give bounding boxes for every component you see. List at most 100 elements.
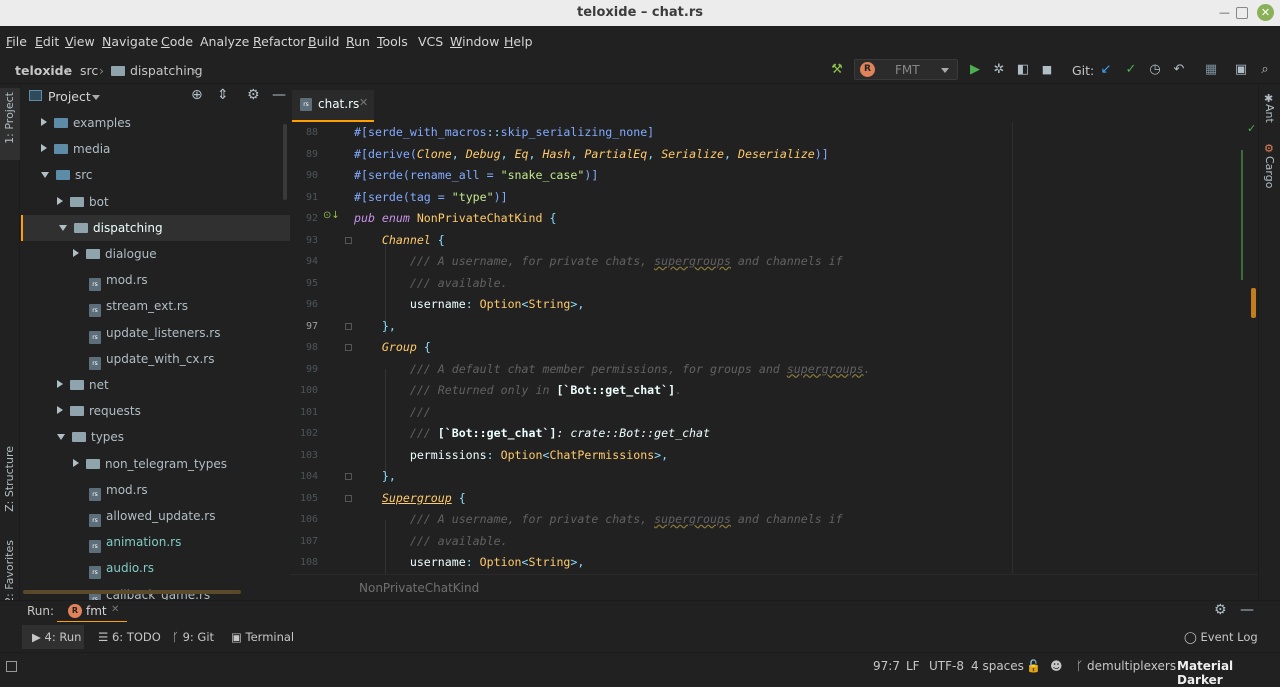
close-tab-icon[interactable]: ✕	[359, 96, 368, 109]
line-number[interactable]: 96	[290, 299, 318, 310]
line-number[interactable]: 88	[290, 127, 318, 138]
chevron-down-icon[interactable]	[41, 172, 49, 179]
presentation-icon[interactable]: ▣	[1232, 61, 1250, 79]
git-commit-check-icon[interactable]: ✓	[1122, 61, 1140, 79]
line-number[interactable]: 108	[290, 557, 318, 568]
build-hammer-icon[interactable]: ⚒	[828, 61, 846, 79]
menu-analyze[interactable]: Analyze	[200, 34, 249, 49]
implementations-gutter-icon[interactable]: ⊙↓	[323, 210, 340, 221]
fold-marker-icon[interactable]	[345, 236, 352, 244]
indent-setting[interactable]: 4 spaces	[971, 659, 1024, 673]
hide-panel-icon[interactable]: —	[1240, 602, 1254, 618]
theme-name[interactable]: Material Darker	[1177, 659, 1280, 687]
chevron-down-icon[interactable]	[59, 224, 67, 231]
project-tool-button[interactable]: 1: Project	[3, 92, 16, 144]
tab-chat-rs[interactable]: rs chat.rs ✕	[292, 90, 374, 122]
tree-item[interactable]: dispatching	[21, 214, 290, 241]
breadcrumb-src[interactable]: src	[80, 63, 98, 78]
menu-help[interactable]: Help	[504, 34, 533, 49]
fold-marker-icon[interactable]	[345, 473, 352, 480]
line-number[interactable]: 94	[290, 256, 318, 267]
structure-tool-button[interactable]: Z: Structure	[3, 446, 16, 512]
tree-item[interactable]: rs update_with_cx.rs	[21, 346, 290, 372]
menu-edit[interactable]: Edit	[35, 34, 59, 49]
line-number[interactable]: 101	[290, 407, 318, 418]
project-h-scrollbar[interactable]	[23, 590, 241, 594]
tree-item[interactable]: rs stream_ext.rs	[21, 293, 290, 319]
menu-build[interactable]: Build	[308, 34, 339, 49]
breadcrumb-dispatching[interactable]: dispatching	[111, 63, 203, 78]
tool-tab-git[interactable]: ᚴ 9: Git	[172, 630, 214, 644]
line-number[interactable]: 92	[290, 213, 318, 224]
project-scrollbar[interactable]	[283, 124, 287, 200]
tree-item[interactable]: rs allowed_update.rs	[21, 503, 290, 529]
tree-item[interactable]: examples	[21, 110, 290, 136]
line-number[interactable]: 100	[290, 385, 318, 396]
line-number[interactable]: 107	[290, 536, 318, 547]
fold-marker-icon[interactable]	[345, 322, 352, 330]
tree-item[interactable]: non_telegram_types	[21, 451, 290, 477]
lock-icon[interactable]: 🔓	[1026, 659, 1041, 673]
toggle-tool-windows-icon[interactable]	[6, 661, 17, 672]
breadcrumb-symbol[interactable]: NonPrivateChatKind	[359, 581, 479, 595]
close-window-button[interactable]: ✕	[1257, 4, 1274, 21]
line-number[interactable]: 95	[290, 278, 318, 289]
run-tab-fmt[interactable]: R fmt ✕	[57, 601, 127, 623]
chevron-right-icon[interactable]	[41, 118, 47, 126]
ant-tool-button[interactable]: Ant	[1263, 104, 1276, 123]
tree-item[interactable]: rs mod.rs	[21, 267, 290, 293]
locate-crosshair-icon[interactable]: ⊕	[191, 87, 203, 103]
menu-run[interactable]: Run	[346, 34, 370, 49]
code-editor[interactable]: #[serde_with_macros::skip_serializing_no…	[354, 122, 1258, 574]
collapse-all-icon[interactable]: ⇕	[217, 87, 229, 103]
line-number[interactable]: 98	[290, 342, 318, 353]
tree-item[interactable]: net	[21, 372, 290, 398]
tree-item[interactable]: rs audio.rs	[21, 555, 290, 581]
line-number[interactable]: 99	[290, 364, 318, 375]
caret-position[interactable]: 97:7	[873, 659, 900, 673]
editor-scrollbar-thumb[interactable]	[1251, 288, 1256, 318]
tree-item[interactable]: dialogue	[21, 241, 290, 267]
chevron-right-icon[interactable]	[73, 249, 79, 257]
gear-icon[interactable]: ⚙	[247, 87, 260, 103]
line-number[interactable]: 97	[290, 321, 318, 332]
line-number[interactable]: 105	[290, 493, 318, 504]
maximize-button[interactable]	[1236, 7, 1248, 19]
fold-marker-icon[interactable]	[345, 494, 352, 502]
line-number[interactable]: 103	[290, 450, 318, 461]
line-number[interactable]: 91	[290, 192, 318, 203]
tree-item[interactable]: requests	[21, 398, 290, 424]
tree-item[interactable]: bot	[21, 189, 290, 215]
tree-item[interactable]: src	[21, 162, 290, 188]
file-encoding[interactable]: UTF-8	[929, 659, 964, 673]
line-number[interactable]: 106	[290, 514, 318, 525]
tree-item[interactable]: rs animation.rs	[21, 529, 290, 555]
git-update-icon[interactable]: ↙	[1097, 61, 1115, 79]
line-number[interactable]: 93	[290, 235, 318, 246]
menu-vcs[interactable]: VCS	[418, 34, 443, 49]
cargo-tool-button[interactable]: Cargo	[1263, 156, 1276, 188]
menu-window[interactable]: Window	[450, 34, 499, 49]
line-number[interactable]: 89	[290, 149, 318, 160]
tool-tab-todo[interactable]: ☰ 6: TODO	[98, 630, 161, 644]
chevron-right-icon[interactable]	[57, 406, 63, 415]
tool-tab-event-log[interactable]: ◯ Event Log	[1184, 630, 1258, 644]
line-number[interactable]: 104	[290, 471, 318, 482]
favorites-tool-button[interactable]: 2: Favorites	[3, 540, 16, 604]
stop-icon[interactable]: ■	[1038, 61, 1056, 79]
run-config-select[interactable]: R FMT	[854, 59, 958, 80]
rollback-undo-icon[interactable]: ↶	[1170, 61, 1188, 79]
tree-item[interactable]: media	[21, 136, 290, 162]
project-structure-icon[interactable]: ▦	[1202, 61, 1220, 79]
menu-refactor[interactable]: Refactor	[253, 34, 305, 49]
chevron-right-icon[interactable]	[41, 144, 47, 153]
line-separator[interactable]: LF	[906, 659, 920, 673]
git-branch[interactable]: ᚴ demultiplexers	[1076, 659, 1176, 673]
chevron-down-icon[interactable]	[92, 95, 100, 100]
inspector-icon[interactable]: ☻	[1050, 659, 1063, 673]
search-everywhere-icon[interactable]: ⌕	[1256, 61, 1274, 79]
debug-bug-icon[interactable]: ✲	[990, 61, 1008, 79]
chevron-down-icon[interactable]	[57, 434, 65, 441]
chevron-right-icon[interactable]	[57, 380, 63, 388]
chevron-right-icon[interactable]	[73, 458, 79, 467]
